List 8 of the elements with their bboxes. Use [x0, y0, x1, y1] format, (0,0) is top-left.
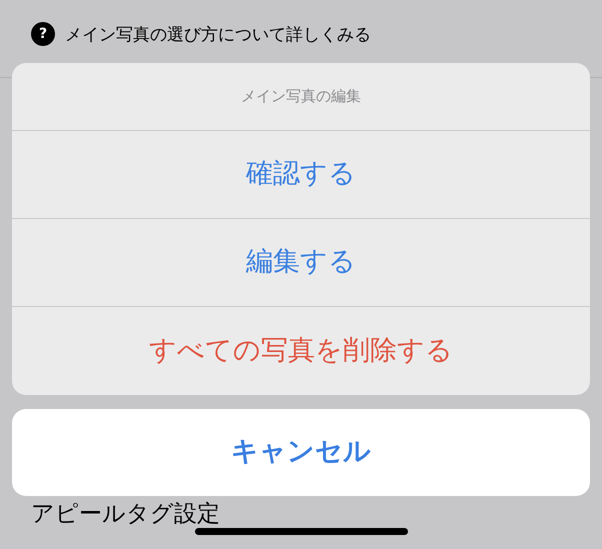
action-button[interactable]: すべての写真を削除する	[12, 307, 590, 395]
help-link[interactable]: メイン写真の選び方について詳しくみる	[65, 22, 371, 48]
help-icon[interactable]: ?	[31, 22, 55, 46]
cancel-button[interactable]: キャンセル	[12, 409, 590, 496]
action-button[interactable]: 確認する	[12, 131, 590, 219]
action-button[interactable]: 編集する	[12, 219, 590, 307]
section-title: アピールタグ設定	[30, 500, 221, 529]
sheet-title: メイン写真の編集	[241, 86, 361, 108]
